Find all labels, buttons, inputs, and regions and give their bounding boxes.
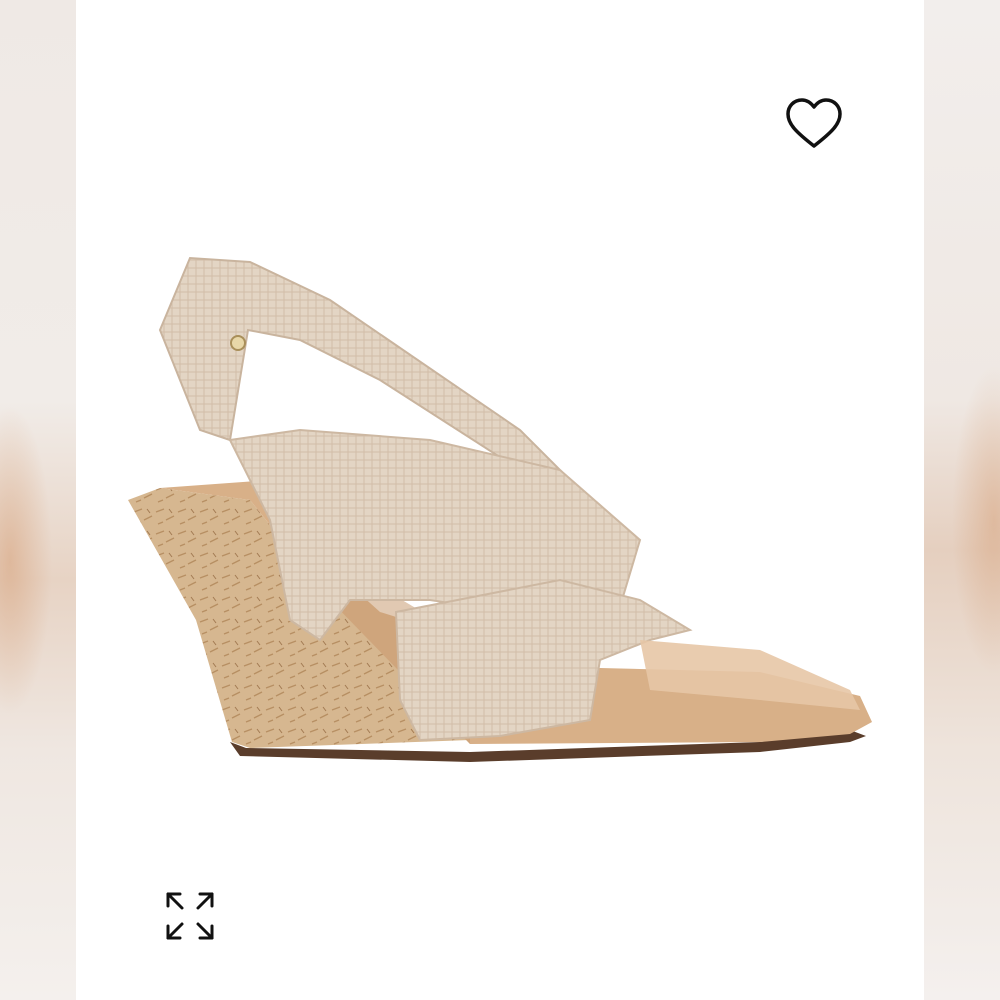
heart-outline-icon <box>786 98 842 148</box>
expand-image-button[interactable] <box>162 888 218 944</box>
sandal-buckle <box>230 335 246 351</box>
favorite-button[interactable] <box>784 96 844 152</box>
product-image <box>128 256 872 762</box>
expand-arrows-icon <box>166 892 214 940</box>
